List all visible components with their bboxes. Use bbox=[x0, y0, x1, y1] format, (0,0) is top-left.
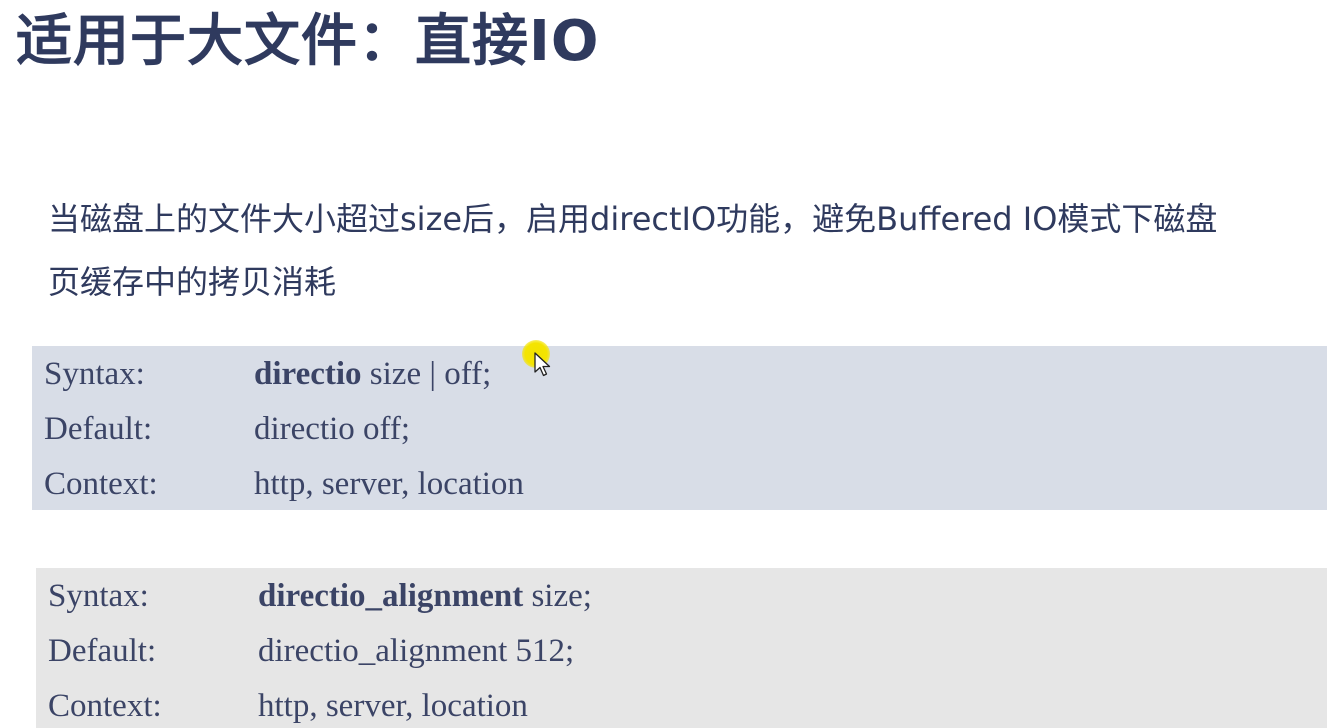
default-label: Default: bbox=[44, 411, 153, 447]
default-value: directio off; bbox=[254, 411, 411, 447]
context-value: http, server, location bbox=[254, 466, 524, 502]
default-value: directio_alignment 512; bbox=[258, 633, 575, 669]
directive-args: size | off; bbox=[361, 356, 492, 392]
slide-title: 适用于大文件：直接IO bbox=[16, 9, 600, 74]
slide: 适用于大文件：直接IO 当磁盘上的文件大小超过size后，启用directIO功… bbox=[0, 0, 1327, 728]
context-value: http, server, location bbox=[258, 688, 528, 724]
directive-args: size; bbox=[523, 578, 592, 614]
description-line-1: 当磁盘上的文件大小超过size后，启用directIO功能，避免Buffered… bbox=[48, 200, 1218, 238]
directive-box-directio: Syntax: directio size | off; Default: di… bbox=[32, 346, 1327, 510]
directive-name: directio bbox=[254, 356, 362, 392]
description-line-2: 页缓存中的拷贝消耗 bbox=[48, 263, 337, 301]
syntax-value: directio size | off; bbox=[254, 347, 491, 402]
syntax-label: Syntax: bbox=[44, 356, 145, 392]
directive-box-directio-alignment: Syntax: directio_alignment size; Default… bbox=[36, 568, 1327, 728]
context-label: Context: bbox=[48, 688, 162, 724]
syntax-value: directio_alignment size; bbox=[258, 569, 592, 624]
syntax-label: Syntax: bbox=[48, 578, 149, 614]
mouse-pointer-icon bbox=[534, 352, 551, 377]
directive-name: directio_alignment bbox=[258, 578, 524, 614]
context-label: Context: bbox=[44, 466, 158, 502]
slide-description: 当磁盘上的文件大小超过size后，启用directIO功能，避免Buffered… bbox=[48, 188, 1308, 314]
default-label: Default: bbox=[48, 633, 157, 669]
